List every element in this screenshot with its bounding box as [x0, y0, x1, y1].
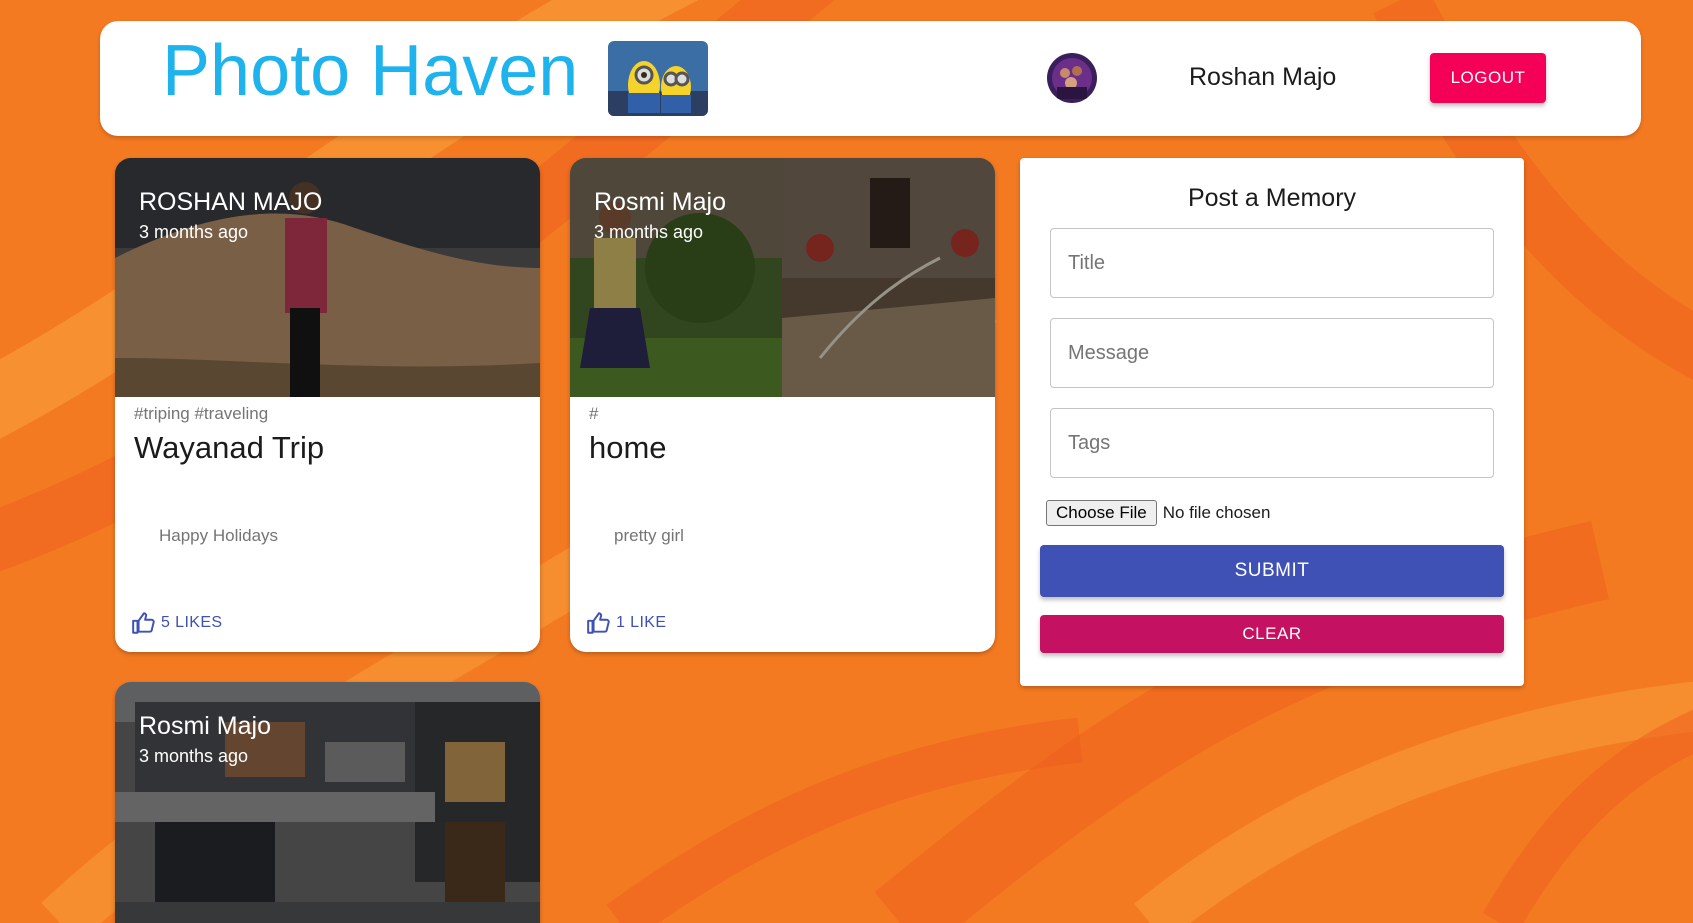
post-author: ROSHAN MAJO — [139, 188, 323, 216]
file-status: No file chosen — [1162, 503, 1271, 522]
post-time: 3 months ago — [594, 222, 704, 242]
post-memory-form: Post a Memory Choose File No file chosen… — [1020, 158, 1524, 686]
post-message: pretty girl — [614, 526, 684, 545]
post-image: Rosmi Majo 3 months ago — [115, 682, 540, 923]
choose-file-button[interactable]: Choose File — [1046, 500, 1157, 526]
logout-button[interactable]: LOGOUT — [1430, 53, 1546, 103]
like-count: 5 LIKES — [161, 614, 223, 631]
post-tags: #triping #traveling — [134, 404, 269, 423]
post-title: Wayanad Trip — [134, 430, 325, 465]
title-input[interactable] — [1050, 228, 1494, 298]
brand-title: Photo Haven — [162, 31, 579, 111]
form-heading: Post a Memory — [1187, 184, 1357, 212]
post-message: Happy Holidays — [159, 526, 279, 545]
message-input[interactable] — [1050, 318, 1494, 388]
post-card: Rosmi Majo 3 months ago # home pretty gi… — [570, 158, 995, 652]
tags-input[interactable] — [1050, 408, 1494, 478]
thumb-up-icon — [587, 612, 610, 634]
post-card: ROSHAN MAJO 3 months ago #triping #trave… — [115, 158, 540, 652]
post-author: Rosmi Majo — [594, 188, 726, 216]
user-name: Roshan Majo — [1189, 63, 1337, 91]
like-count: 1 LIKE — [616, 614, 667, 631]
post-time: 3 months ago — [139, 222, 249, 242]
post-time: 3 months ago — [139, 746, 249, 766]
brand-logo-image — [608, 41, 708, 116]
post-tags: # — [589, 404, 599, 423]
app-bar: Photo Haven Roshan Majo LOGOUT — [100, 21, 1641, 136]
thumb-up-icon — [132, 612, 155, 634]
post-card: Rosmi Majo 3 months ago — [115, 682, 540, 923]
like-button[interactable]: 5 LIKES — [131, 610, 223, 636]
user-avatar[interactable] — [1047, 53, 1097, 103]
submit-button[interactable]: SUBMIT — [1040, 545, 1504, 597]
post-title: home — [589, 430, 667, 465]
post-image: ROSHAN MAJO 3 months ago — [115, 158, 540, 397]
like-button[interactable]: 1 LIKE — [586, 610, 666, 636]
clear-button[interactable]: CLEAR — [1040, 615, 1504, 653]
file-input: Choose File No file chosen — [1046, 500, 1270, 526]
post-author: Rosmi Majo — [139, 712, 271, 740]
post-image: Rosmi Majo 3 months ago — [570, 158, 995, 397]
